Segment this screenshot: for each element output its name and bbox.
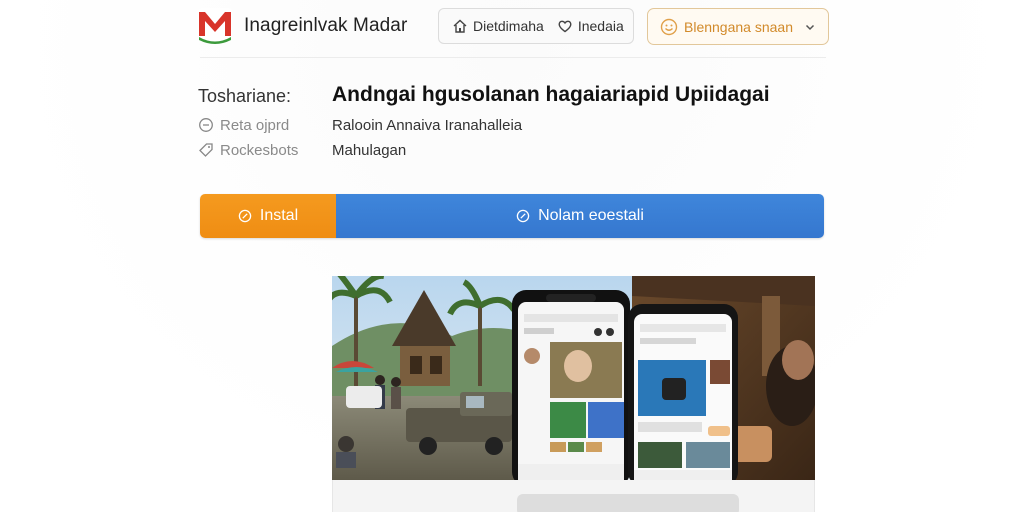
nav-item-favorites-label: Inedaia (577, 18, 624, 34)
check-circle-icon (516, 209, 530, 223)
hero-illustration (332, 276, 815, 480)
action-buttons: Instal Nolam eoestali (200, 194, 824, 238)
meta-value-2: Mahulagan (332, 141, 407, 159)
nav-group: Dietdimaha Inedaia (438, 8, 634, 44)
meta-key-1: Reta ojprd (198, 117, 332, 134)
meta-row-1: Reta ojprd Ralooin Annaiva Iranahalleia (198, 115, 522, 135)
meta-key-1-label: Reta ojprd (220, 116, 290, 134)
hero-screenshot-image (332, 276, 815, 480)
language-select[interactable]: Blenngana snaan (647, 8, 829, 45)
language-select-label: Blenngana snaan (684, 18, 793, 35)
app-logo-icon[interactable] (196, 6, 234, 44)
info-key-label: Toshariane: (198, 85, 292, 106)
header-divider (200, 57, 826, 58)
meta-row-2: Rockesbots Mahulagan (198, 140, 406, 160)
install-button[interactable]: Instal (200, 194, 336, 238)
install-button-label: Instal (259, 207, 299, 224)
secondary-action-button[interactable]: Nolam eoestali (336, 194, 824, 238)
hero-caption-bar (517, 494, 739, 512)
smiley-icon (660, 18, 678, 35)
tag-icon (198, 142, 214, 158)
hero-caption-strip (332, 480, 815, 512)
nav-item-home-label: Dietdimaha (473, 18, 544, 34)
home-icon (451, 17, 469, 35)
app-title: Andngai hgusolanan hagaiariapid Upiidaga… (332, 83, 770, 106)
heart-icon (556, 17, 574, 35)
nav-item-favorites[interactable]: Inedaia (544, 9, 624, 43)
app-header: Inagreinlvak Madar Dietdimaha Inedaia Bl… (196, 4, 830, 50)
meta-key-2-label: Rockesbots (220, 141, 299, 159)
install-icon (238, 209, 252, 223)
meta-value-1: Ralooin Annaiva Iranahalleia (332, 116, 523, 134)
nav-item-home[interactable]: Dietdimaha (439, 9, 544, 43)
brand-name[interactable]: Inagreinlvak Madar (244, 15, 407, 37)
meta-key-2: Rockesbots (198, 142, 332, 159)
title-row: Toshariane: Andngai hgusolanan hagaiaria… (198, 83, 838, 108)
clock-icon (198, 117, 214, 133)
chevron-down-icon (805, 24, 815, 30)
secondary-action-label: Nolam eoestali (538, 207, 644, 224)
